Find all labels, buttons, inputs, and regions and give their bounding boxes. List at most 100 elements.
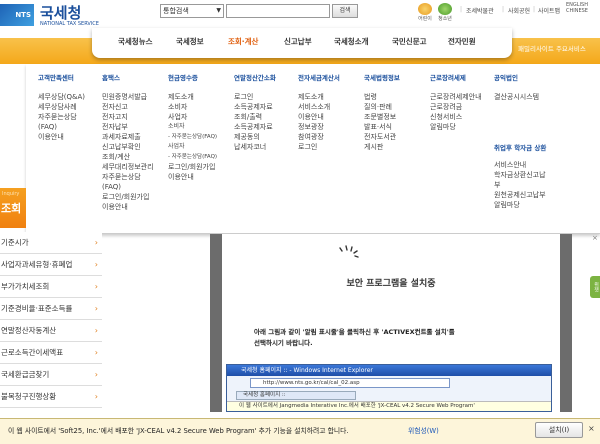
menu-item[interactable]: (FAQ) xyxy=(102,182,154,192)
gnb-petition[interactable]: 국민신문고 xyxy=(392,36,427,47)
menu-item[interactable]: 민원증명서발급 xyxy=(102,92,154,102)
menu-col-head-customer[interactable]: 고객만족센터 xyxy=(38,72,74,82)
menu-col-head-public-corp[interactable]: 공익법인 xyxy=(494,72,518,82)
link-tax-museum[interactable]: 조세박물관 xyxy=(466,6,494,15)
menu-item[interactable]: 발표·서식 xyxy=(364,122,396,132)
menu-item[interactable]: 부 xyxy=(494,180,546,190)
menu-item[interactable]: 조회/출력 xyxy=(234,112,273,122)
installer-description: 아래 그림과 같이 '알림 표시줄'을 클릭하신 후 'ACTIVEX컨트롤 설… xyxy=(254,327,554,349)
menu-item[interactable]: 제공동의 xyxy=(234,132,273,142)
left-menu-item[interactable]: 사업자과세유형·휴폐업 › xyxy=(0,254,102,276)
kids-icon[interactable] xyxy=(418,3,432,15)
language-links[interactable]: ENGLISH CHINESE xyxy=(566,2,600,14)
menu-item[interactable]: 로그인/회원가입 xyxy=(102,192,154,202)
menu-item[interactable]: 이용안내 xyxy=(298,112,330,122)
menu-item[interactable]: 신청서비스 xyxy=(430,112,482,122)
menu-item[interactable]: 전자신고 xyxy=(102,102,154,112)
menu-item[interactable]: 소비자 xyxy=(168,102,217,112)
left-menu-item[interactable]: 부가가치세조회 › xyxy=(0,276,102,298)
search-button[interactable]: 검색 xyxy=(332,4,358,18)
menu-item[interactable]: 법령 xyxy=(364,92,396,102)
menu-item[interactable]: 사업자 xyxy=(168,142,217,152)
youth-icon[interactable] xyxy=(438,3,452,15)
menu-item[interactable]: 서비스소개 xyxy=(298,102,330,112)
menu-item[interactable]: 소득공제자료 xyxy=(234,122,273,132)
menu-item[interactable]: 질의·판례 xyxy=(364,102,396,112)
menu-item[interactable]: 과세자료제출 xyxy=(102,132,154,142)
left-menu-item[interactable]: 불복청구진행상황 › xyxy=(0,386,102,408)
close-icon[interactable]: × xyxy=(588,424,595,433)
link-social-contribution[interactable]: 사회공헌 xyxy=(508,6,530,15)
menu-col-head-tax-law[interactable]: 국세법령정보 xyxy=(364,72,400,82)
menu-item[interactable]: 세무상담사례 xyxy=(38,102,85,112)
menu-item[interactable]: (FAQ) xyxy=(38,122,85,132)
install-button[interactable]: 설치(I) xyxy=(535,422,583,438)
menu-col-head-hometax[interactable]: 홈택스 xyxy=(102,72,120,82)
menu-item[interactable]: 이용안내 xyxy=(102,202,154,212)
menu-item[interactable]: 게시판 xyxy=(364,142,396,152)
menu-item[interactable]: 전자납부 xyxy=(102,122,154,132)
menu-item[interactable]: - 자주묻는상담(FAQ) xyxy=(168,152,217,162)
menu-col-head-year-end[interactable]: 연말정산간소화 xyxy=(234,72,276,82)
menu-item[interactable]: 알림마당 xyxy=(430,122,482,132)
gnb-filing-payment[interactable]: 신고납부 xyxy=(284,36,312,47)
left-menu-item[interactable]: 기준시가 › xyxy=(0,232,102,254)
menu-item[interactable]: 신고납부확인 xyxy=(102,142,154,152)
menu-item[interactable]: 이용안내 xyxy=(38,132,85,142)
menu-item[interactable]: 세무대리정보관리 xyxy=(102,162,154,172)
search-scope-select[interactable]: 통합검색 ▼ xyxy=(160,4,224,18)
menu-item[interactable]: 세무상담(Q&A) xyxy=(38,92,85,102)
nts-logo-icon[interactable]: NTS xyxy=(0,4,34,26)
left-menu-item[interactable]: 기준경비율·표준소득률 › xyxy=(0,298,102,320)
menu-item[interactable]: 로그인 xyxy=(298,142,330,152)
gnb-tax-info[interactable]: 국세정보 xyxy=(176,36,204,47)
menu-item[interactable]: 학자금상환신고납 xyxy=(494,170,546,180)
left-menu-label: 기준시가 xyxy=(1,238,29,247)
menu-item[interactable]: 알림마당 xyxy=(494,200,546,210)
menu-item[interactable]: 전자고지 xyxy=(102,112,154,122)
menu-item[interactable]: 서비스안내 xyxy=(494,160,546,170)
menu-item[interactable]: - 자주묻는상담(FAQ) xyxy=(168,132,217,142)
menu-item[interactable]: 조문별정보 xyxy=(364,112,396,122)
menu-item[interactable]: 제도소개 xyxy=(298,92,330,102)
menu-item[interactable]: 자주묻는상담 xyxy=(38,112,85,122)
menu-item[interactable]: 근로장려세제안내 xyxy=(430,92,482,102)
site-logo-title[interactable]: 국세청 xyxy=(40,2,81,23)
search-input[interactable] xyxy=(226,4,330,18)
menu-item[interactable]: 근로장려금 xyxy=(430,102,482,112)
menu-item[interactable]: 납세자코너 xyxy=(234,142,273,152)
menu-item[interactable]: 자주묻는상담 xyxy=(102,172,154,182)
menu-col-head-cash-receipt[interactable]: 현금영수증 xyxy=(168,72,198,82)
widget-side-tab[interactable]: 위젯 xyxy=(590,276,600,298)
gnb-news[interactable]: 국세청뉴스 xyxy=(118,36,153,47)
menu-item[interactable]: 원천공제신고납부 xyxy=(494,190,546,200)
menu-col-head-student-loan[interactable]: 취업후 학자금 상환 xyxy=(494,142,546,152)
gnb-e-civil[interactable]: 전자민원 xyxy=(448,36,476,47)
menu-col-head-eitc[interactable]: 근로장려세제 xyxy=(430,72,466,82)
menu-item[interactable]: 사업자 xyxy=(168,112,217,122)
menu-item[interactable]: 로그인 xyxy=(234,92,273,102)
menu-item[interactable]: 조회/계산 xyxy=(102,152,154,162)
menu-item[interactable]: 정보광장 xyxy=(298,122,330,132)
gnb-lookup-calc[interactable]: 조회·계산 xyxy=(228,36,258,47)
menu-item[interactable]: 결산공시시스템 xyxy=(494,92,539,102)
menu-item[interactable]: 제도소개 xyxy=(168,92,217,102)
menu-item[interactable]: 소비자 xyxy=(168,122,217,132)
menu-item[interactable]: 전자도서관 xyxy=(364,132,396,142)
left-menu-item[interactable]: 근로소득간이세액표 › xyxy=(0,342,102,364)
close-icon[interactable]: × xyxy=(592,234,600,242)
risk-info-link[interactable]: 위험성(W) xyxy=(408,425,439,435)
menu-col-head-e-invoice[interactable]: 전자세금계산서 xyxy=(298,72,340,82)
divider: | xyxy=(533,6,536,13)
menu-item[interactable]: 이용안내 xyxy=(168,172,217,182)
left-menu-item[interactable]: 연말정산자동계산 › xyxy=(0,320,102,342)
left-menu-item[interactable]: 국세환급금찾기 › xyxy=(0,364,102,386)
youth-label[interactable]: 청소년 xyxy=(435,15,455,22)
link-sitemap[interactable]: 사이트맵 xyxy=(538,6,560,15)
menu-item[interactable]: 참여광장 xyxy=(298,132,330,142)
menu-item[interactable]: 로그인/회원가입 xyxy=(168,162,217,172)
kids-label[interactable]: 어린이 xyxy=(415,15,435,22)
family-site-link[interactable]: 패밀리사이트 주요서비스 xyxy=(518,43,586,53)
menu-item[interactable]: 소득공제자료 xyxy=(234,102,273,112)
gnb-about[interactable]: 국세청소개 xyxy=(334,36,369,47)
